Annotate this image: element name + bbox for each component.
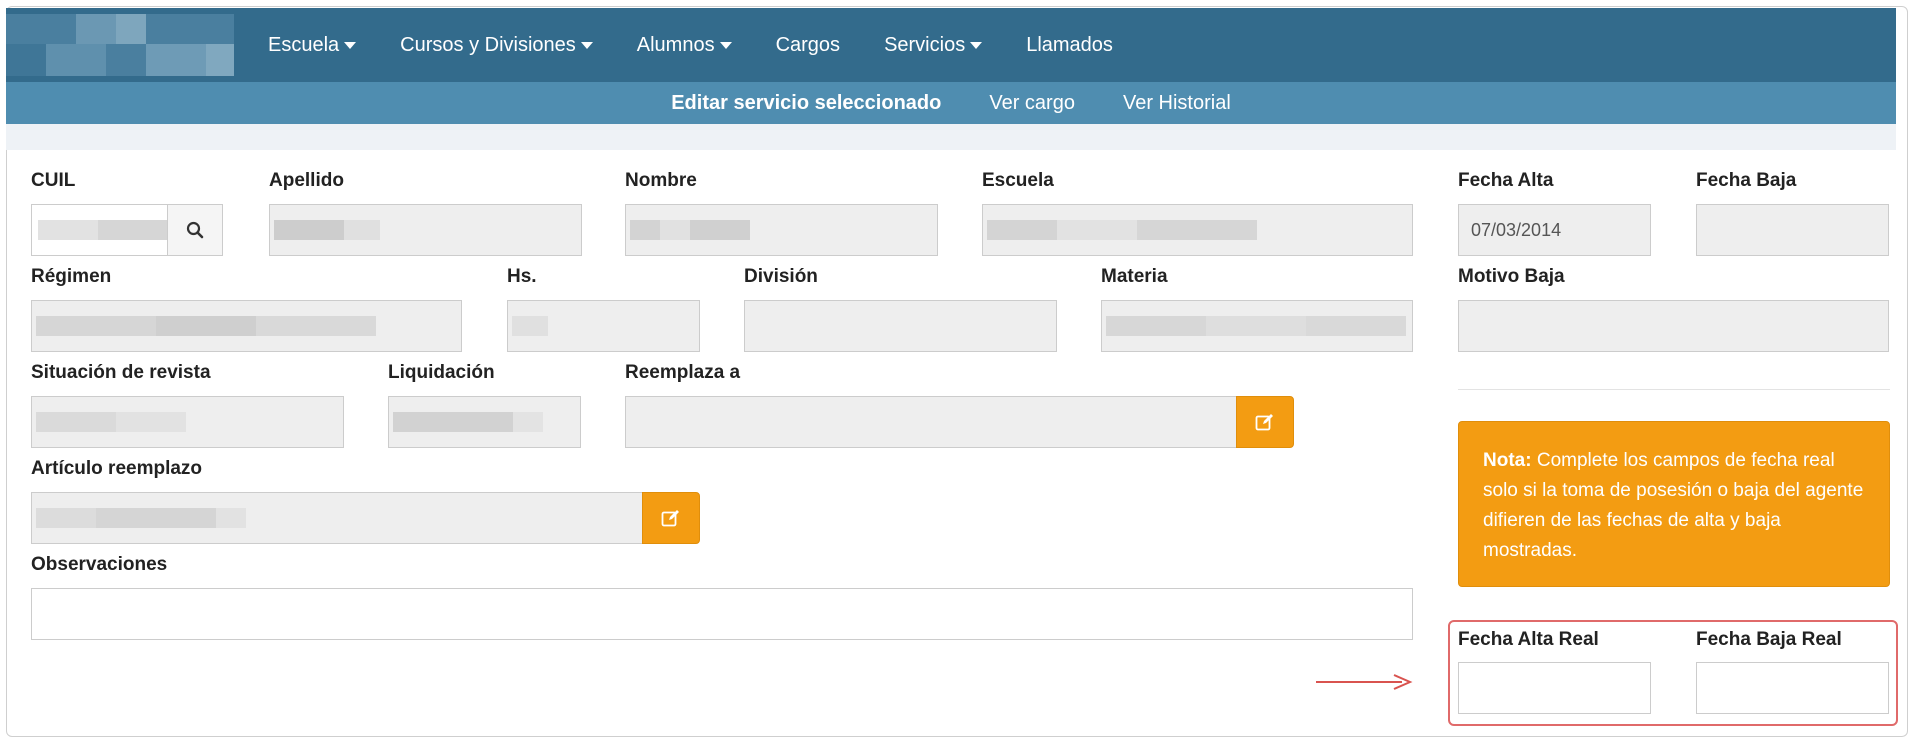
reemplaza-label: Reemplaza a xyxy=(625,362,741,383)
cuil-search-button[interactable] xyxy=(167,204,223,256)
cuil-input[interactable] xyxy=(31,204,168,256)
fecha-alta-real-input[interactable] xyxy=(1458,662,1651,714)
situacion-revista-input[interactable] xyxy=(31,396,344,448)
hs-input[interactable] xyxy=(507,300,700,352)
main-navbar: Escuela Cursos y Divisiones Alumnos Carg… xyxy=(6,8,1896,82)
caret-down-icon xyxy=(719,41,732,49)
subnav-ver-historial[interactable]: Ver Historial xyxy=(1123,92,1231,115)
articulo-reemplazo-label: Artículo reemplazo xyxy=(31,458,203,479)
reemplaza-edit-button[interactable] xyxy=(1236,396,1294,448)
motivo-baja-input[interactable] xyxy=(1458,300,1889,352)
search-icon xyxy=(186,221,204,239)
fecha-alta-input[interactable]: 07/03/2014 xyxy=(1458,204,1651,256)
regimen-input[interactable] xyxy=(31,300,462,352)
nav-escuela[interactable]: Escuela xyxy=(268,33,357,57)
note-title: Nota: xyxy=(1483,450,1532,471)
nav-llamados[interactable]: Llamados xyxy=(1026,34,1113,57)
caret-down-icon xyxy=(970,41,983,49)
fecha-baja-real-input[interactable] xyxy=(1696,662,1889,714)
note-callout: Nota: Complete los campos de fecha real … xyxy=(1458,421,1890,587)
nav-cursos-label: Cursos y Divisiones xyxy=(400,33,576,56)
arrow-right-icon xyxy=(1316,674,1413,690)
subnav-ver-cargo[interactable]: Ver cargo xyxy=(989,92,1075,115)
nombre-label: Nombre xyxy=(625,170,697,191)
situacion-revista-label: Situación de revista xyxy=(31,362,211,383)
nav-cursos-divisiones[interactable]: Cursos y Divisiones xyxy=(400,34,593,57)
fecha-baja-label: Fecha Baja xyxy=(1696,170,1797,191)
hs-label: Hs. xyxy=(507,266,537,287)
fecha-baja-input[interactable] xyxy=(1696,204,1889,256)
liquidacion-label: Liquidación xyxy=(388,362,495,383)
escuela-label: Escuela xyxy=(982,170,1054,191)
fecha-alta-value: 07/03/2014 xyxy=(1471,220,1562,240)
regimen-label: Régimen xyxy=(31,266,112,287)
motivo-baja-label: Motivo Baja xyxy=(1458,266,1565,287)
nav-escuela-label: Escuela xyxy=(268,33,340,56)
reemplaza-input[interactable] xyxy=(625,396,1237,448)
sub-navbar: Editar servicio seleccionado Ver cargo V… xyxy=(6,82,1896,124)
note-text: Complete los campos de fecha real solo s… xyxy=(1483,450,1864,561)
liquidacion-input[interactable] xyxy=(388,396,581,448)
observaciones-input[interactable] xyxy=(31,588,1413,640)
observaciones-label: Observaciones xyxy=(31,554,168,575)
nav-cargos-label: Cargos xyxy=(775,33,841,56)
edit-icon xyxy=(661,510,679,527)
articulo-reemplazo-input[interactable] xyxy=(31,492,643,544)
nav-cargos[interactable]: Cargos xyxy=(776,34,840,57)
nombre-input[interactable] xyxy=(625,204,938,256)
apellido-input[interactable] xyxy=(269,204,582,256)
fecha-baja-real-label: Fecha Baja Real xyxy=(1696,629,1842,650)
edit-icon xyxy=(1255,414,1273,431)
caret-down-icon xyxy=(580,41,593,49)
nav-alumnos-label: Alumnos xyxy=(636,33,715,56)
subnav-editar-servicio[interactable]: Editar servicio seleccionado xyxy=(671,92,941,115)
logo[interactable] xyxy=(6,14,234,76)
division-label: División xyxy=(744,266,818,287)
materia-label: Materia xyxy=(1101,266,1168,287)
materia-input[interactable] xyxy=(1101,300,1413,352)
nav-llamados-label: Llamados xyxy=(1026,33,1113,56)
caret-down-icon xyxy=(344,41,357,49)
nav-servicios-label: Servicios xyxy=(884,33,966,56)
articulo-edit-button[interactable] xyxy=(642,492,700,544)
fecha-alta-label: Fecha Alta xyxy=(1458,170,1554,191)
apellido-label: Apellido xyxy=(269,170,344,191)
content-top-strip xyxy=(6,124,1896,150)
fecha-alta-real-label: Fecha Alta Real xyxy=(1458,629,1599,650)
division-input[interactable] xyxy=(744,300,1057,352)
cuil-label: CUIL xyxy=(31,170,76,191)
divider xyxy=(1458,389,1890,390)
escuela-input[interactable] xyxy=(982,204,1413,256)
nav-servicios[interactable]: Servicios xyxy=(884,33,983,57)
nav-alumnos[interactable]: Alumnos xyxy=(637,34,732,57)
